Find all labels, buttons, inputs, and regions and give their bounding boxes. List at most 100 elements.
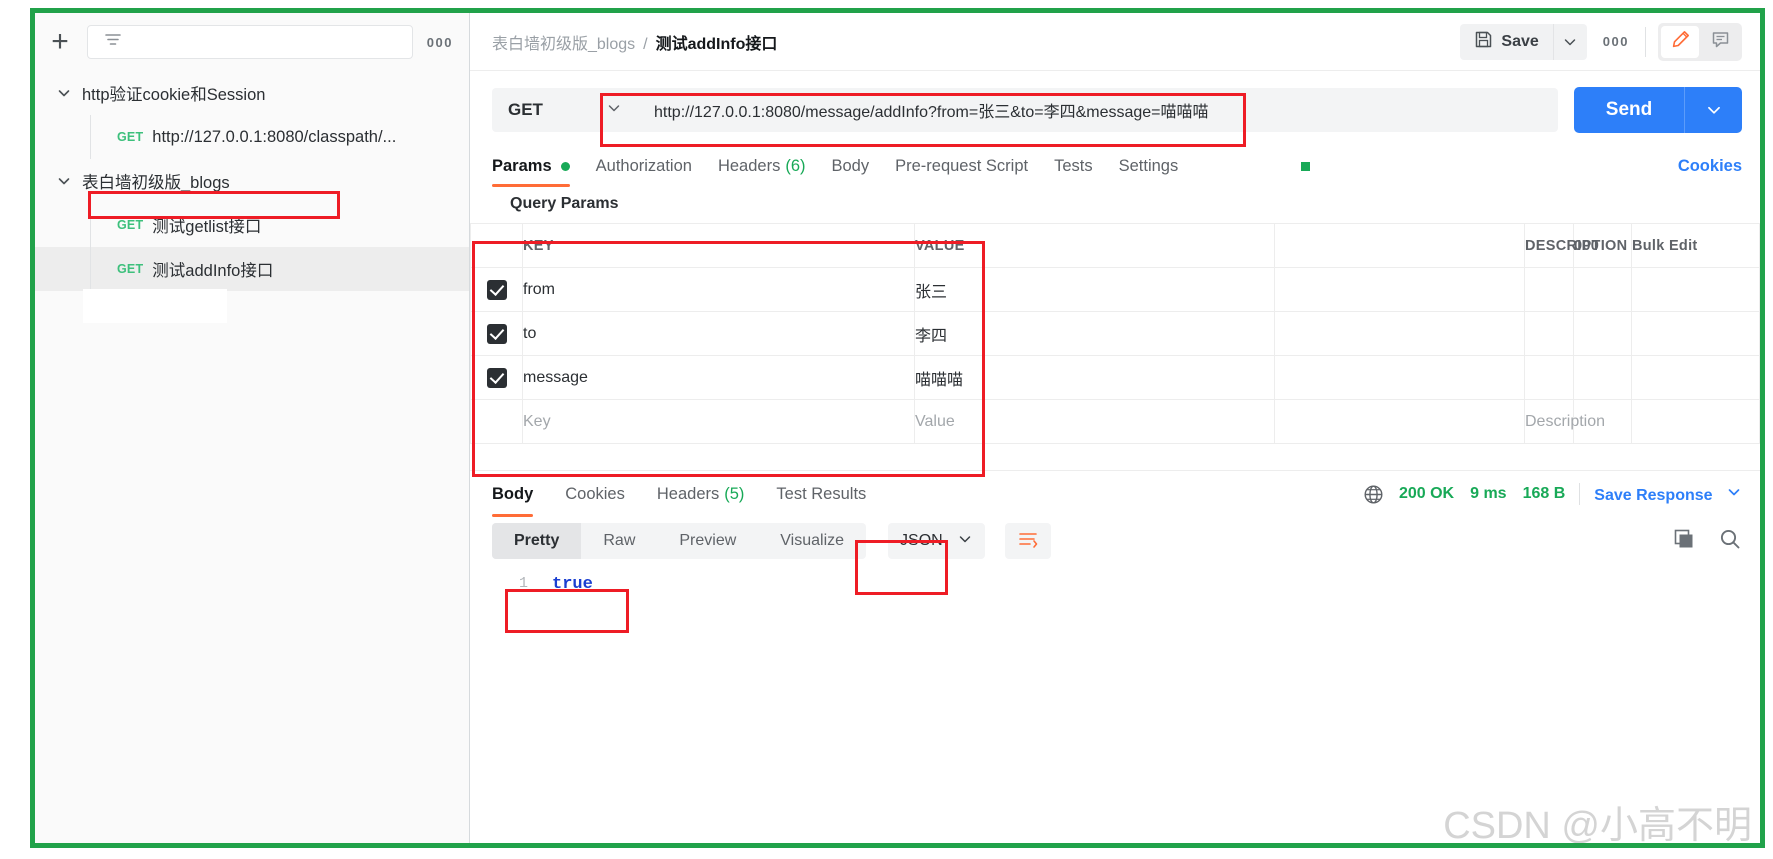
response-tab-cookies[interactable]: Cookies [549, 471, 641, 517]
save-button[interactable]: Save [1460, 23, 1553, 60]
comment-button[interactable] [1701, 26, 1739, 58]
response-body-view: 1 true [470, 563, 1760, 843]
meta-divider [1579, 483, 1581, 505]
sidebar-filter-input[interactable] [87, 25, 413, 59]
chevron-down-icon [51, 173, 77, 189]
param-value[interactable]: 李四 [914, 311, 1275, 356]
row-spacer [1274, 399, 1525, 444]
save-response-button[interactable]: Save Response [1594, 484, 1742, 505]
new-param-description-input[interactable]: Description [1524, 399, 1605, 444]
save-button-label: Save [1501, 32, 1539, 50]
request-name: 测试getlist接口 [152, 218, 262, 236]
param-description[interactable] [1524, 267, 1574, 312]
tab-body[interactable]: Body [819, 145, 883, 187]
send-group: Send [1574, 87, 1742, 133]
request-name: http://127.0.0.1:8080/classpath/... [152, 127, 397, 146]
new-button[interactable]: + [45, 27, 75, 57]
response-tab-headers[interactable]: Headers (5) [641, 471, 761, 517]
breadcrumb-separator: / [643, 35, 648, 53]
body-toolbar-actions [1672, 527, 1742, 556]
param-checkbox[interactable] [486, 323, 507, 344]
response-body-toolbar: Pretty Raw Preview Visualize JSON [470, 517, 1760, 563]
tab-label: Tests [1054, 156, 1093, 175]
param-key[interactable]: from [522, 267, 915, 312]
wrap-lines-button[interactable] [1004, 523, 1051, 559]
url-row: GET http://127.0.0.1:8080/message/addInf… [470, 71, 1760, 145]
url-input[interactable]: http://127.0.0.1:8080/message/addInfo?fr… [638, 88, 1558, 132]
response-format-selector[interactable]: JSON [888, 523, 985, 559]
sidebar-collection-http-cookie-session[interactable]: http验证cookie和Session [35, 71, 469, 115]
view-mode-preview[interactable]: Preview [657, 523, 758, 559]
view-mode-toggle [1658, 22, 1742, 61]
tab-authorization[interactable]: Authorization [583, 145, 705, 187]
response-tab-test-results[interactable]: Test Results [760, 471, 882, 517]
header-value: VALUE [914, 223, 1275, 268]
response-tab-body[interactable]: Body [492, 471, 549, 517]
sidebar-collection-blogs[interactable]: 表白墙初级版_blogs [35, 159, 469, 203]
tab-label: Headers [717, 156, 781, 175]
app-window: + 000 http验证cookie和Session GET http://12… [30, 8, 1765, 848]
new-param-value-input[interactable]: Value [914, 399, 1275, 444]
row-checkbox-cell [470, 311, 523, 356]
sidebar-more-button[interactable]: 000 [425, 35, 455, 50]
params-modified-dot-icon [560, 161, 570, 171]
tab-params[interactable]: Params [492, 145, 583, 187]
copy-icon[interactable] [1672, 527, 1696, 556]
bulk-edit-button[interactable]: Bulk Edit [1631, 223, 1760, 268]
cookies-link[interactable]: Cookies [1678, 157, 1742, 176]
table-row: to 李四 [470, 311, 1760, 356]
new-param-key-input[interactable]: Key [522, 399, 915, 444]
param-checkbox[interactable] [486, 367, 507, 388]
param-description[interactable] [1524, 311, 1574, 356]
tab-tests[interactable]: Tests [1041, 145, 1106, 187]
tab-settings[interactable]: Settings [1106, 145, 1192, 187]
row-checkbox-cell [470, 355, 523, 400]
tab-label: Headers [656, 484, 720, 503]
view-mode-pretty[interactable]: Pretty [492, 523, 582, 559]
tab-headers[interactable]: Headers (6) [705, 145, 819, 187]
tab-pre-request-script[interactable]: Pre-request Script [882, 145, 1041, 187]
param-value[interactable]: 喵喵喵 [914, 355, 1275, 400]
request-more-button[interactable]: 000 [1587, 34, 1645, 49]
topbar-actions: Save 000 [1460, 22, 1742, 61]
tab-count: (6) [785, 156, 806, 175]
table-row: from 张三 [470, 267, 1760, 312]
view-mode-visualize[interactable]: Visualize [758, 523, 866, 559]
breadcrumb-parent[interactable]: 表白墙初级版_blogs [492, 30, 635, 54]
row-end [1631, 355, 1760, 400]
tab-label: Settings [1118, 156, 1179, 175]
line-number: 1 [518, 575, 528, 592]
tab-label: Body [492, 484, 534, 503]
body-view-mode-group: Pretty Raw Preview Visualize [492, 523, 867, 559]
send-options-button[interactable] [1684, 87, 1742, 133]
param-key[interactable]: message [522, 355, 915, 400]
tab-count: (5) [724, 484, 745, 503]
breadcrumb: 表白墙初级版_blogs / 测试addInfo接口 [492, 30, 777, 54]
breadcrumb-current: 测试addInfo接口 [655, 35, 778, 53]
view-mode-raw[interactable]: Raw [581, 523, 657, 559]
row-checkbox-cell [470, 399, 523, 444]
save-options-button[interactable] [1552, 23, 1587, 60]
response-body-value: true [552, 575, 593, 594]
param-value[interactable]: 张三 [914, 267, 1275, 312]
params-bottom-spacer [470, 444, 1760, 470]
send-button[interactable]: Send [1574, 87, 1684, 133]
sidebar-request-addinfo[interactable]: GET 测试addInfo接口 [35, 247, 469, 291]
param-description[interactable] [1524, 355, 1574, 400]
param-checkbox[interactable] [486, 279, 507, 300]
edit-mode-button[interactable] [1661, 25, 1699, 58]
tab-label: Test Results [776, 484, 867, 503]
param-key[interactable]: to [522, 311, 915, 356]
response-size: 168 B [1522, 485, 1566, 502]
row-checkbox-cell [470, 267, 523, 312]
tab-label: Body [831, 156, 870, 175]
response-meta: 200 OK 9 ms 168 B Save Response [1362, 483, 1742, 506]
sidebar-request-classpath[interactable]: GET http://127.0.0.1:8080/classpath/... [35, 115, 469, 159]
search-icon[interactable] [1718, 527, 1742, 556]
word-wrap-icon [1017, 529, 1039, 554]
http-method-selector[interactable]: GET [492, 88, 638, 132]
query-params-table: KEY VALUE DESCRIPTION 000 Bulk Edit from… [470, 223, 1760, 444]
sidebar-request-getlist[interactable]: GET 测试getlist接口 [35, 203, 469, 247]
header-key: KEY [522, 223, 915, 268]
table-row: message 喵喵喵 [470, 355, 1760, 400]
